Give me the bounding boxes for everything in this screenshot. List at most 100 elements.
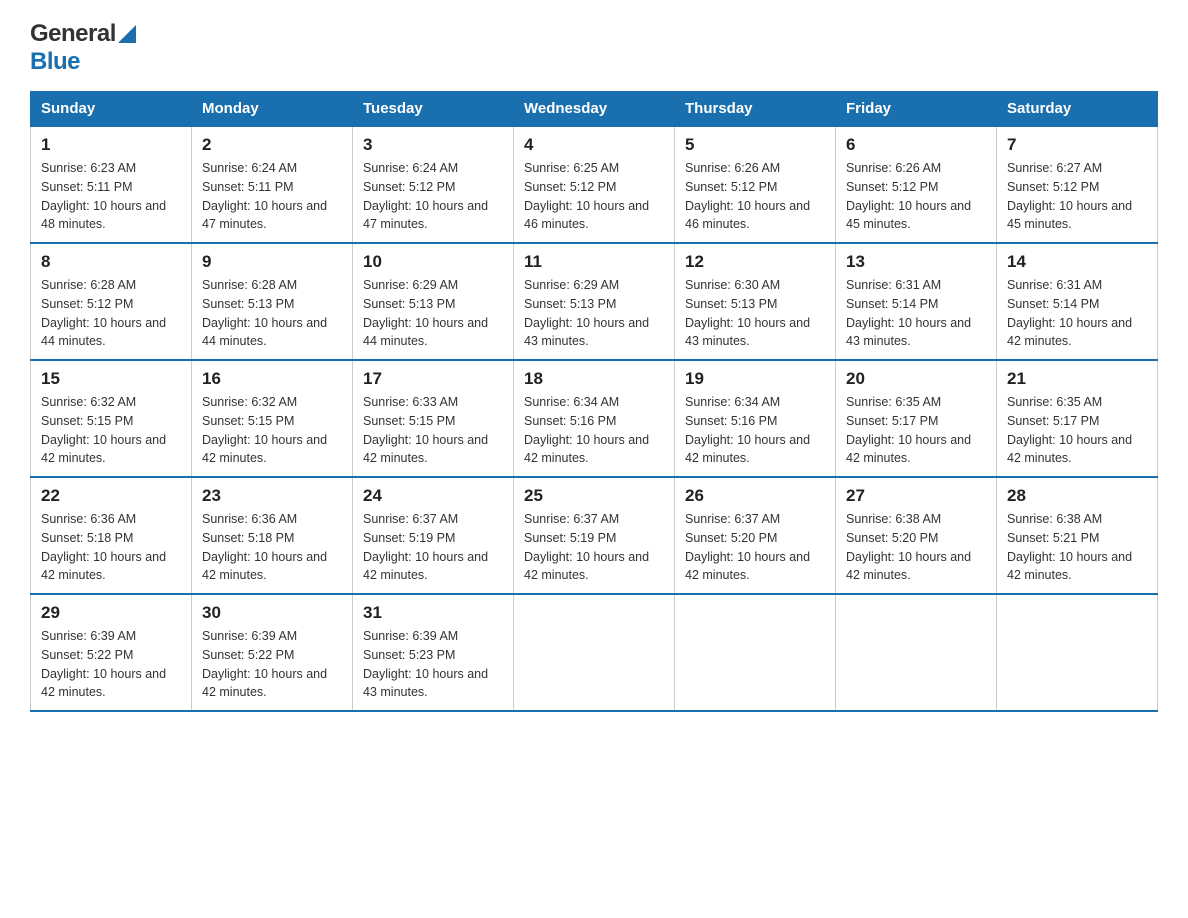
- daylight-label: Daylight: 10 hours and 47 minutes.: [202, 199, 327, 232]
- calendar-cell: 23 Sunrise: 6:36 AM Sunset: 5:18 PM Dayl…: [192, 477, 353, 594]
- calendar-cell: 29 Sunrise: 6:39 AM Sunset: 5:22 PM Dayl…: [31, 594, 192, 711]
- day-info: Sunrise: 6:30 AM Sunset: 5:13 PM Dayligh…: [685, 276, 825, 351]
- daylight-label: Daylight: 10 hours and 46 minutes.: [685, 199, 810, 232]
- sunset-label: Sunset: 5:18 PM: [202, 531, 294, 545]
- daylight-label: Daylight: 10 hours and 42 minutes.: [41, 433, 166, 466]
- calendar-week-row: 1 Sunrise: 6:23 AM Sunset: 5:11 PM Dayli…: [31, 126, 1158, 243]
- day-info: Sunrise: 6:27 AM Sunset: 5:12 PM Dayligh…: [1007, 159, 1147, 234]
- day-info: Sunrise: 6:32 AM Sunset: 5:15 PM Dayligh…: [41, 393, 181, 468]
- calendar-cell: 14 Sunrise: 6:31 AM Sunset: 5:14 PM Dayl…: [997, 243, 1158, 360]
- day-info: Sunrise: 6:39 AM Sunset: 5:22 PM Dayligh…: [41, 627, 181, 702]
- calendar-cell: 1 Sunrise: 6:23 AM Sunset: 5:11 PM Dayli…: [31, 126, 192, 243]
- day-number: 21: [1007, 369, 1147, 389]
- day-number: 17: [363, 369, 503, 389]
- calendar-week-row: 22 Sunrise: 6:36 AM Sunset: 5:18 PM Dayl…: [31, 477, 1158, 594]
- calendar-cell: 30 Sunrise: 6:39 AM Sunset: 5:22 PM Dayl…: [192, 594, 353, 711]
- day-number: 24: [363, 486, 503, 506]
- sunrise-label: Sunrise: 6:32 AM: [202, 395, 297, 409]
- day-info: Sunrise: 6:29 AM Sunset: 5:13 PM Dayligh…: [363, 276, 503, 351]
- logo: General Blue: [30, 20, 136, 76]
- daylight-label: Daylight: 10 hours and 44 minutes.: [202, 316, 327, 349]
- sunset-label: Sunset: 5:15 PM: [363, 414, 455, 428]
- calendar-table: SundayMondayTuesdayWednesdayThursdayFrid…: [30, 91, 1158, 712]
- day-number: 27: [846, 486, 986, 506]
- sunset-label: Sunset: 5:13 PM: [363, 297, 455, 311]
- daylight-label: Daylight: 10 hours and 48 minutes.: [41, 199, 166, 232]
- daylight-label: Daylight: 10 hours and 44 minutes.: [363, 316, 488, 349]
- sunset-label: Sunset: 5:20 PM: [685, 531, 777, 545]
- day-number: 7: [1007, 135, 1147, 155]
- sunset-label: Sunset: 5:13 PM: [202, 297, 294, 311]
- sunset-label: Sunset: 5:12 PM: [846, 180, 938, 194]
- sunset-label: Sunset: 5:15 PM: [41, 414, 133, 428]
- day-number: 18: [524, 369, 664, 389]
- calendar-cell: 26 Sunrise: 6:37 AM Sunset: 5:20 PM Dayl…: [675, 477, 836, 594]
- day-number: 2: [202, 135, 342, 155]
- calendar-cell: 2 Sunrise: 6:24 AM Sunset: 5:11 PM Dayli…: [192, 126, 353, 243]
- day-info: Sunrise: 6:35 AM Sunset: 5:17 PM Dayligh…: [1007, 393, 1147, 468]
- calendar-cell: 11 Sunrise: 6:29 AM Sunset: 5:13 PM Dayl…: [514, 243, 675, 360]
- sunset-label: Sunset: 5:18 PM: [41, 531, 133, 545]
- day-info: Sunrise: 6:34 AM Sunset: 5:16 PM Dayligh…: [524, 393, 664, 468]
- sunset-label: Sunset: 5:16 PM: [524, 414, 616, 428]
- calendar-cell: 5 Sunrise: 6:26 AM Sunset: 5:12 PM Dayli…: [675, 126, 836, 243]
- sunrise-label: Sunrise: 6:34 AM: [685, 395, 780, 409]
- day-number: 11: [524, 252, 664, 272]
- sunset-label: Sunset: 5:22 PM: [41, 648, 133, 662]
- logo-general-text: General: [30, 20, 116, 48]
- day-number: 9: [202, 252, 342, 272]
- sunset-label: Sunset: 5:14 PM: [846, 297, 938, 311]
- sunrise-label: Sunrise: 6:36 AM: [41, 512, 136, 526]
- sunrise-label: Sunrise: 6:37 AM: [685, 512, 780, 526]
- calendar-cell: 28 Sunrise: 6:38 AM Sunset: 5:21 PM Dayl…: [997, 477, 1158, 594]
- day-info: Sunrise: 6:29 AM Sunset: 5:13 PM Dayligh…: [524, 276, 664, 351]
- day-number: 20: [846, 369, 986, 389]
- sunrise-label: Sunrise: 6:34 AM: [524, 395, 619, 409]
- daylight-label: Daylight: 10 hours and 42 minutes.: [202, 667, 327, 700]
- sunrise-label: Sunrise: 6:24 AM: [363, 161, 458, 175]
- weekday-header-thursday: Thursday: [675, 92, 836, 127]
- calendar-cell: 17 Sunrise: 6:33 AM Sunset: 5:15 PM Dayl…: [353, 360, 514, 477]
- sunrise-label: Sunrise: 6:28 AM: [202, 278, 297, 292]
- daylight-label: Daylight: 10 hours and 42 minutes.: [41, 667, 166, 700]
- sunrise-label: Sunrise: 6:26 AM: [846, 161, 941, 175]
- daylight-label: Daylight: 10 hours and 42 minutes.: [1007, 550, 1132, 583]
- day-number: 4: [524, 135, 664, 155]
- sunset-label: Sunset: 5:11 PM: [202, 180, 294, 194]
- sunset-label: Sunset: 5:16 PM: [685, 414, 777, 428]
- sunrise-label: Sunrise: 6:25 AM: [524, 161, 619, 175]
- calendar-cell: 13 Sunrise: 6:31 AM Sunset: 5:14 PM Dayl…: [836, 243, 997, 360]
- day-info: Sunrise: 6:26 AM Sunset: 5:12 PM Dayligh…: [846, 159, 986, 234]
- daylight-label: Daylight: 10 hours and 42 minutes.: [41, 550, 166, 583]
- day-info: Sunrise: 6:37 AM Sunset: 5:19 PM Dayligh…: [524, 510, 664, 585]
- day-number: 6: [846, 135, 986, 155]
- calendar-week-row: 15 Sunrise: 6:32 AM Sunset: 5:15 PM Dayl…: [31, 360, 1158, 477]
- sunrise-label: Sunrise: 6:28 AM: [41, 278, 136, 292]
- calendar-cell: 15 Sunrise: 6:32 AM Sunset: 5:15 PM Dayl…: [31, 360, 192, 477]
- daylight-label: Daylight: 10 hours and 43 minutes.: [685, 316, 810, 349]
- calendar-cell: 7 Sunrise: 6:27 AM Sunset: 5:12 PM Dayli…: [997, 126, 1158, 243]
- sunrise-label: Sunrise: 6:29 AM: [363, 278, 458, 292]
- sunrise-label: Sunrise: 6:32 AM: [41, 395, 136, 409]
- day-number: 23: [202, 486, 342, 506]
- daylight-label: Daylight: 10 hours and 42 minutes.: [363, 550, 488, 583]
- day-info: Sunrise: 6:36 AM Sunset: 5:18 PM Dayligh…: [41, 510, 181, 585]
- day-number: 31: [363, 603, 503, 623]
- weekday-header-sunday: Sunday: [31, 92, 192, 127]
- sunset-label: Sunset: 5:12 PM: [685, 180, 777, 194]
- weekday-header-friday: Friday: [836, 92, 997, 127]
- sunrise-label: Sunrise: 6:37 AM: [363, 512, 458, 526]
- day-info: Sunrise: 6:37 AM Sunset: 5:20 PM Dayligh…: [685, 510, 825, 585]
- day-number: 10: [363, 252, 503, 272]
- day-info: Sunrise: 6:28 AM Sunset: 5:13 PM Dayligh…: [202, 276, 342, 351]
- calendar-header: SundayMondayTuesdayWednesdayThursdayFrid…: [31, 92, 1158, 127]
- daylight-label: Daylight: 10 hours and 42 minutes.: [202, 550, 327, 583]
- calendar-cell: 24 Sunrise: 6:37 AM Sunset: 5:19 PM Dayl…: [353, 477, 514, 594]
- sunset-label: Sunset: 5:17 PM: [1007, 414, 1099, 428]
- sunset-label: Sunset: 5:15 PM: [202, 414, 294, 428]
- daylight-label: Daylight: 10 hours and 42 minutes.: [685, 433, 810, 466]
- day-number: 12: [685, 252, 825, 272]
- day-info: Sunrise: 6:28 AM Sunset: 5:12 PM Dayligh…: [41, 276, 181, 351]
- daylight-label: Daylight: 10 hours and 42 minutes.: [1007, 316, 1132, 349]
- sunrise-label: Sunrise: 6:30 AM: [685, 278, 780, 292]
